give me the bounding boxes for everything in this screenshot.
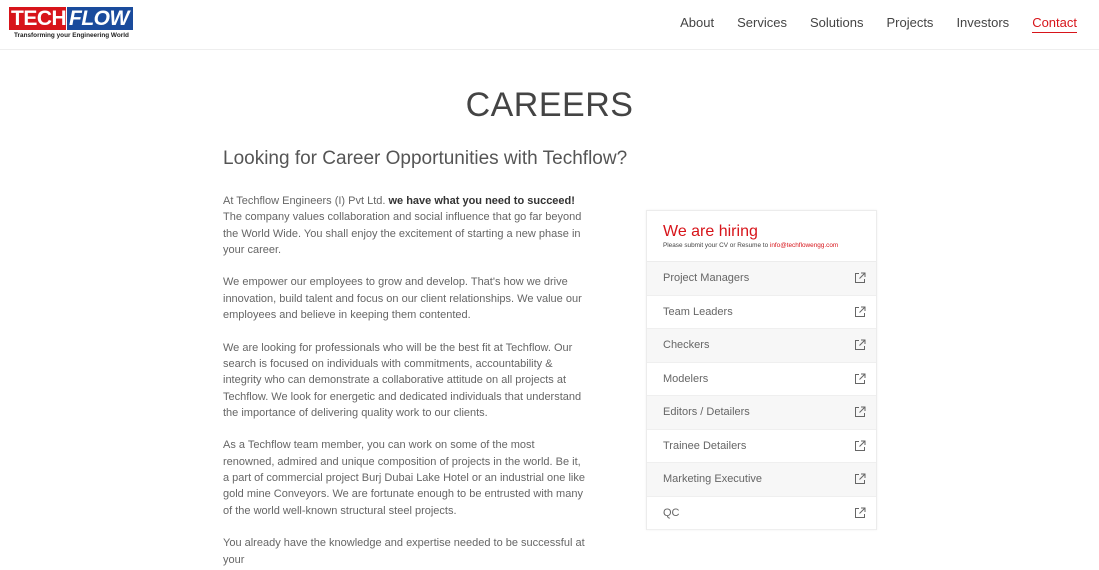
job-label: Checkers bbox=[663, 339, 710, 352]
intro-end: The company values collaboration and soc… bbox=[223, 211, 582, 256]
hiring-note: Please submit your CV or Resume to info@… bbox=[663, 242, 876, 249]
nav-projects[interactable]: Projects bbox=[886, 14, 933, 33]
paragraph-team-member: As a Techflow team member, you can work … bbox=[223, 439, 585, 517]
external-link-icon bbox=[855, 440, 866, 451]
logo-tagline: Transforming your Engineering World bbox=[14, 32, 129, 39]
logo-flow-text: FLOW bbox=[67, 7, 133, 30]
external-link-icon bbox=[855, 473, 866, 485]
hiring-panel: We are hiring Please submit your CV or R… bbox=[646, 210, 877, 530]
external-link-icon bbox=[855, 373, 866, 384]
hiring-header: We are hiring Please submit your CV or R… bbox=[647, 211, 876, 262]
logo-tech-text: TECH bbox=[9, 7, 67, 30]
paragraph-empower: We empower our employees to grow and dev… bbox=[223, 276, 582, 322]
job-item-team-leaders[interactable]: Team Leaders bbox=[647, 296, 876, 329]
job-label: Editors / Detailers bbox=[663, 406, 750, 419]
job-item-trainee-detailers[interactable]: Trainee Detailers bbox=[647, 430, 876, 463]
job-item-marketing-executive[interactable]: Marketing Executive bbox=[647, 463, 876, 497]
job-item-checkers[interactable]: Checkers bbox=[647, 329, 876, 363]
job-label: Trainee Detailers bbox=[663, 439, 747, 452]
nav-investors[interactable]: Investors bbox=[956, 14, 1009, 33]
job-label: QC bbox=[663, 506, 680, 519]
job-label: Modelers bbox=[663, 372, 709, 385]
job-item-editors-detailers[interactable]: Editors / Detailers bbox=[647, 396, 876, 430]
site-header: TECH FLOW Transforming your Engineering … bbox=[0, 0, 1099, 50]
hiring-email-link[interactable]: info@techflowengg.com bbox=[770, 242, 838, 249]
nav-services[interactable]: Services bbox=[737, 14, 787, 33]
hiring-note-text: Please submit your CV or Resume to bbox=[663, 242, 770, 249]
nav-contact[interactable]: Contact bbox=[1032, 14, 1077, 33]
job-label: Team Leaders bbox=[663, 305, 733, 318]
job-list: Project Managers Team Leaders Checkers M… bbox=[647, 262, 876, 530]
external-link-icon bbox=[855, 339, 866, 351]
job-item-qc[interactable]: QC bbox=[647, 497, 876, 530]
nav-about[interactable]: About bbox=[680, 14, 714, 33]
paragraph-knowledge: You already have the knowledge and exper… bbox=[223, 537, 585, 566]
careers-text: At Techflow Engineers (I) Pvt Ltd. we ha… bbox=[223, 193, 585, 570]
paragraph-intro: At Techflow Engineers (I) Pvt Ltd. we ha… bbox=[223, 193, 585, 258]
hiring-title: We are hiring bbox=[663, 223, 758, 240]
job-label: Project Managers bbox=[663, 272, 750, 285]
main-nav: About Services Solutions Projects Invest… bbox=[657, 14, 1077, 33]
external-link-icon bbox=[855, 272, 866, 284]
paragraph-looking: We are looking for professionals who wil… bbox=[223, 341, 582, 419]
page-title: CAREERS bbox=[465, 86, 634, 124]
external-link-icon bbox=[855, 306, 866, 317]
external-link-icon bbox=[855, 406, 866, 418]
job-label: Marketing Executive bbox=[663, 473, 763, 486]
job-item-modelers[interactable]: Modelers bbox=[647, 363, 876, 396]
job-item-project-managers[interactable]: Project Managers bbox=[647, 262, 876, 296]
external-link-icon bbox=[855, 507, 866, 518]
nav-solutions[interactable]: Solutions bbox=[810, 14, 863, 33]
techflow-logo[interactable]: TECH FLOW Transforming your Engineering … bbox=[9, 7, 133, 41]
intro-bold: we have what you need to succeed! bbox=[388, 195, 575, 207]
intro-start: At Techflow Engineers (I) Pvt Ltd. bbox=[223, 195, 389, 207]
page-subtitle: Looking for Career Opportunities with Te… bbox=[223, 148, 628, 169]
